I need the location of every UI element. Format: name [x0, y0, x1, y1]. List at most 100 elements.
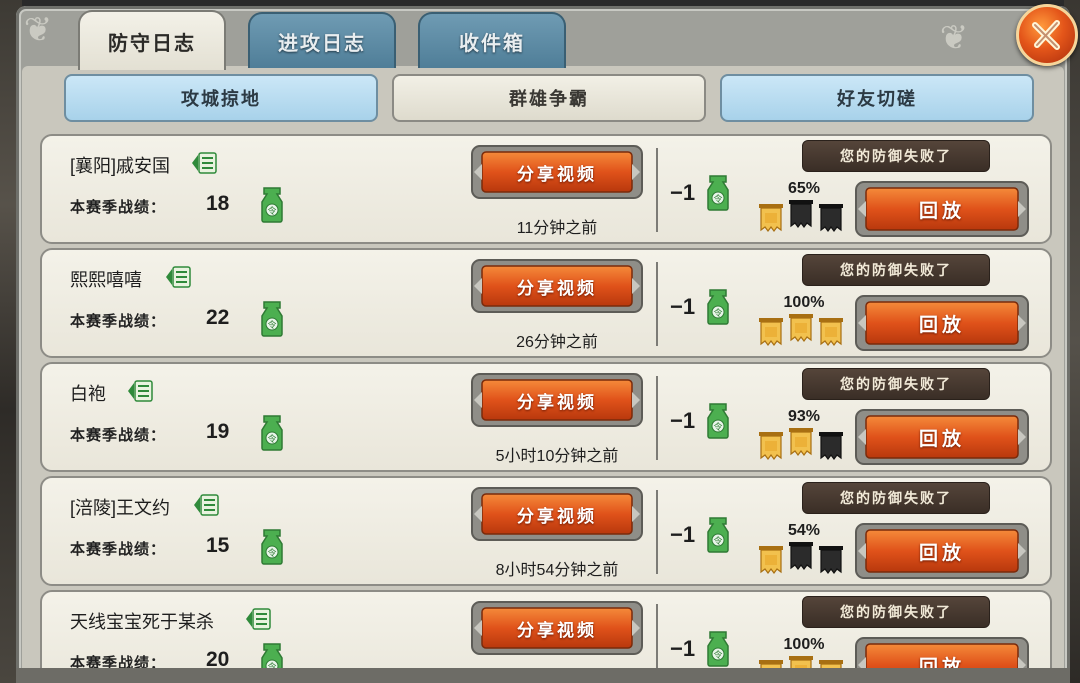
replay-button[interactable]: 回放	[854, 408, 1030, 466]
timestamp: 5小时10分钟之前	[495, 448, 619, 465]
gold-banner-icon	[818, 316, 844, 354]
season-record-value: 15	[206, 534, 230, 557]
dark-banner-icon	[818, 202, 844, 240]
season-record-value: 19	[206, 420, 230, 443]
destruction-percent: 54%	[787, 522, 821, 539]
star-banners	[758, 428, 850, 464]
defense-failed-badge: 您的防御失败了	[802, 368, 990, 400]
defense-log-list[interactable]: [襄阳]戚安国 本赛季战绩： 18 令 分享视频 11分钟之前 −1 令 您的防…	[40, 130, 1052, 683]
token-delta: −1	[670, 522, 696, 547]
close-x-icon	[1032, 20, 1060, 50]
attacker-name: 白袍	[70, 384, 106, 404]
replay-label: 回放	[918, 313, 965, 336]
defense-failed-badge: 您的防御失败了	[802, 482, 990, 514]
token-delta: −1	[670, 294, 696, 319]
destruction-percent: 100%	[783, 294, 825, 311]
timestamp: 11分钟之前	[516, 220, 598, 237]
svg-text:令: 令	[267, 433, 276, 445]
share-video-label: 分享视频	[517, 392, 597, 413]
list-icon[interactable]	[192, 492, 220, 518]
gold-banner-icon	[758, 316, 784, 354]
svg-text:令: 令	[713, 421, 722, 433]
svg-text:令: 令	[267, 319, 276, 331]
defense-failed-badge: 您的防御失败了	[802, 254, 990, 286]
green-token-icon: 令	[258, 298, 286, 338]
row-divider	[656, 376, 658, 460]
list-icon[interactable]	[164, 264, 192, 290]
svg-text:令: 令	[713, 535, 722, 547]
attacker-name: [涪陵]王文约	[70, 498, 171, 518]
svg-text:令: 令	[713, 193, 722, 205]
tab-defense-log[interactable]: 防守日志	[78, 10, 226, 70]
share-video-button[interactable]: 分享视频	[470, 372, 644, 428]
close-button[interactable]	[1016, 4, 1078, 66]
destruction-percent: 93%	[787, 408, 821, 425]
season-record-label: 本赛季战绩：	[70, 426, 167, 444]
green-token-icon: 令	[258, 412, 286, 452]
row-divider	[656, 490, 658, 574]
replay-button[interactable]: 回放	[854, 180, 1030, 238]
attacker-name: [襄阳]戚安国	[70, 156, 171, 176]
list-icon[interactable]	[244, 606, 272, 632]
list-icon[interactable]	[190, 150, 218, 176]
list-item: [襄阳]戚安国 本赛季战绩： 18 令 分享视频 11分钟之前 −1 令 您的防…	[40, 134, 1052, 244]
list-icon[interactable]	[126, 378, 154, 404]
share-video-button[interactable]: 分享视频	[470, 144, 644, 200]
share-video-label: 分享视频	[517, 620, 597, 641]
season-record-label: 本赛季战绩：	[70, 540, 167, 558]
dark-banner-icon	[788, 198, 814, 236]
defense-failed-badge: 您的防御失败了	[802, 596, 990, 628]
replay-label: 回放	[918, 199, 965, 222]
timestamp: 8小时54分钟之前	[495, 562, 619, 579]
subtab-hero-contest[interactable]: 群雄争霸	[392, 74, 706, 122]
list-item: [涪陵]王文约 本赛季战绩： 15 令 分享视频 8小时54分钟之前 −1 令 …	[40, 476, 1052, 586]
share-video-button[interactable]: 分享视频	[470, 600, 644, 656]
green-token-icon: 令	[704, 286, 732, 326]
svg-text:令: 令	[713, 649, 722, 661]
destruction-percent: 100%	[783, 636, 825, 653]
green-token-icon: 令	[704, 400, 732, 440]
defense-failed-badge: 您的防御失败了	[802, 140, 990, 172]
tab-attack-log[interactable]: 进攻日志	[248, 12, 396, 68]
dark-banner-icon	[788, 540, 814, 578]
tab-inbox[interactable]: 收件箱	[418, 12, 566, 68]
svg-text:令: 令	[267, 547, 276, 559]
green-token-icon: 令	[258, 526, 286, 566]
attacker-name: 熙熙嘻嘻	[70, 270, 142, 290]
season-record-label: 本赛季战绩：	[70, 198, 167, 216]
corner-ornament-icon: ❦	[939, 18, 969, 58]
attacker-name: 天线宝宝死于某杀	[70, 612, 214, 632]
share-video-button[interactable]: 分享视频	[470, 486, 644, 542]
replay-button[interactable]: 回放	[854, 294, 1030, 352]
share-video-label: 分享视频	[517, 164, 597, 185]
subtab-friend-duel[interactable]: 好友切磋	[720, 74, 1034, 122]
star-banners	[758, 314, 850, 350]
corner-ornament-icon: ❦	[23, 10, 53, 50]
gold-banner-icon	[788, 426, 814, 464]
star-banners	[758, 200, 850, 236]
token-delta: −1	[670, 180, 696, 205]
share-video-label: 分享视频	[517, 278, 597, 299]
dark-banner-icon	[818, 430, 844, 468]
replay-button[interactable]: 回放	[854, 522, 1030, 580]
subtab-siege[interactable]: 攻城掠地	[64, 74, 378, 122]
green-token-icon: 令	[704, 514, 732, 554]
svg-text:令: 令	[713, 307, 722, 319]
replay-label: 回放	[918, 541, 965, 564]
destruction-percent: 65%	[787, 180, 821, 197]
svg-text:令: 令	[267, 205, 276, 217]
list-item: 熙熙嘻嘻 本赛季战绩： 22 令 分享视频 26分钟之前 −1 令 您的防御失败…	[40, 248, 1052, 358]
gold-banner-icon	[758, 202, 784, 240]
season-record-value: 22	[206, 306, 230, 329]
timestamp: 26分钟之前	[516, 334, 598, 351]
green-token-icon: 令	[704, 628, 732, 668]
row-divider	[656, 148, 658, 232]
gold-banner-icon	[758, 430, 784, 468]
token-delta: −1	[670, 636, 696, 661]
share-video-button[interactable]: 分享视频	[470, 258, 644, 314]
green-token-icon: 令	[258, 184, 286, 224]
star-banners	[758, 542, 850, 578]
panel-bottom-edge	[16, 668, 1070, 683]
dark-banner-icon	[818, 544, 844, 582]
replay-label: 回放	[918, 427, 965, 450]
